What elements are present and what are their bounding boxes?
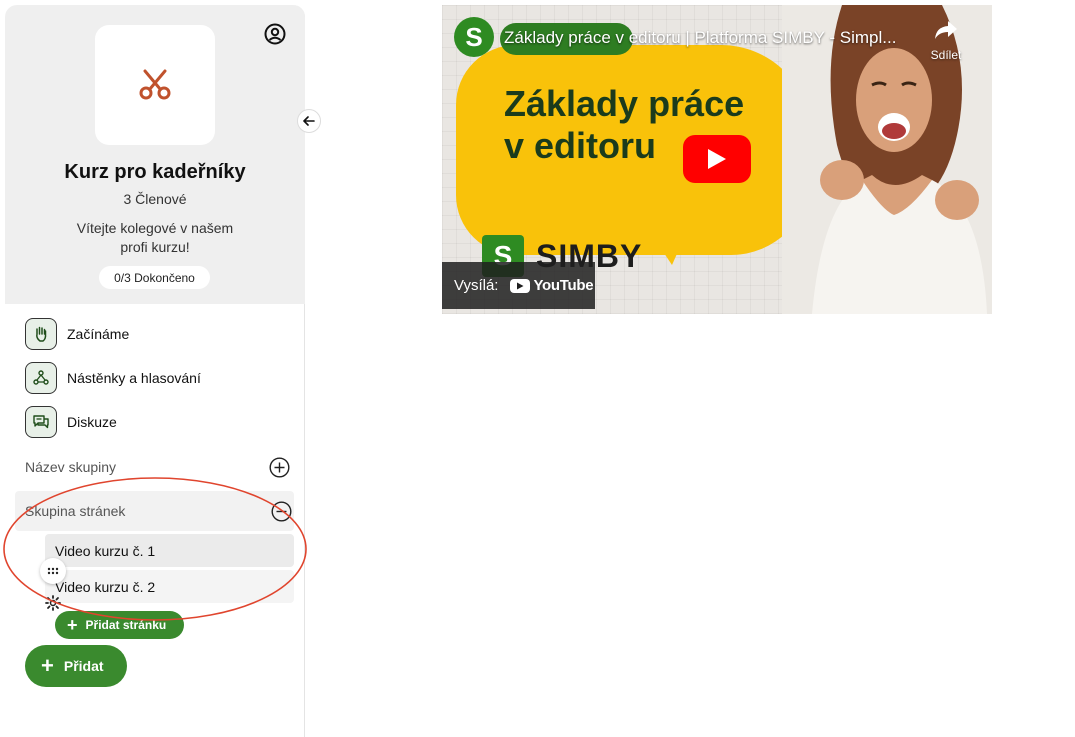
group-row-nazev-skupiny[interactable]: Název skupiny (25, 452, 290, 482)
scissors-icon (139, 69, 171, 100)
watch-on-label: Vysílá: (454, 277, 499, 294)
drag-handle[interactable] (40, 558, 66, 584)
page-item-video-2[interactable]: Video kurzu č. 2 (45, 570, 294, 603)
hand-icon (25, 318, 57, 350)
add-button[interactable]: + Přidat (25, 645, 127, 687)
sidebar: Kurz pro kadeřníky 3 Členové Vítejte kol… (3, 5, 321, 737)
course-welcome-text: Vítejte kolegové v našem profi kurzu! (76, 220, 234, 255)
course-title: Kurz pro kadeřníky (64, 161, 246, 183)
share-arrow-icon (935, 21, 957, 39)
menu-item-zaciname[interactable]: Začínáme (25, 317, 129, 351)
add-page-button[interactable]: + Přidat stránku (55, 611, 184, 639)
plus-circle-icon[interactable] (269, 456, 290, 478)
progress-badge: 0/3 Dokončeno (99, 266, 210, 289)
group-row-skupina-stranek[interactable]: Skupina stránek (15, 491, 294, 531)
add-label: Přidat (63, 658, 104, 674)
page: Kurz pro kadeřníky 3 Členové Vítejte kol… (0, 0, 1075, 737)
youtube-play-icon (510, 278, 531, 293)
minus-circle-icon[interactable] (271, 500, 292, 522)
play-button[interactable] (683, 135, 751, 183)
page-item-video-1[interactable]: Video kurzu č. 1 (45, 534, 294, 567)
page-item-label: Video kurzu č. 2 (55, 578, 156, 595)
page-item-label: Video kurzu č. 1 (55, 542, 156, 559)
chat-bubbles-icon (25, 406, 57, 438)
member-count[interactable]: 3 Členové (5, 191, 305, 207)
gear-icon[interactable] (44, 594, 62, 612)
arrow-left-icon (303, 116, 315, 126)
share-button[interactable]: Sdílet (928, 19, 964, 62)
menu-item-label: Nástěnky a hlasování (67, 370, 201, 386)
menu-item-nastenky[interactable]: Nástěnky a hlasování (25, 361, 201, 395)
thumbnail-bubble-tail (642, 220, 692, 265)
page-group-label: Skupina stránek (25, 503, 126, 519)
collapse-sidebar-button[interactable] (297, 109, 321, 133)
grip-dots-icon (47, 567, 59, 575)
people-network-icon (25, 362, 57, 394)
add-page-label: Přidat stránku (85, 618, 167, 632)
play-icon (708, 149, 726, 169)
video-embed[interactable]: Základy práce v editoru S Základy práce … (442, 5, 992, 314)
youtube-logo: YouTube (510, 277, 594, 294)
channel-avatar[interactable]: S (454, 17, 494, 57)
watch-on-youtube-link[interactable]: Vysílá: YouTube (442, 262, 595, 309)
menu-item-label: Diskuze (67, 414, 117, 430)
course-logo (95, 25, 215, 145)
plus-icon: + (67, 614, 78, 635)
share-label: Sdílet (930, 48, 962, 62)
video-title[interactable]: Základy práce v editoru | Platforma SIMB… (504, 28, 896, 48)
group-name-label: Název skupiny (25, 459, 117, 475)
plus-icon: + (41, 653, 54, 678)
thumbnail-heading-line1: Základy práce (504, 83, 745, 124)
youtube-wordmark-text: YouTube (533, 277, 594, 294)
menu-item-diskuze[interactable]: Diskuze (25, 405, 117, 439)
menu-item-label: Začínáme (67, 326, 130, 342)
course-header: Kurz pro kadeřníky 3 Členové Vítejte kol… (5, 5, 305, 304)
user-profile-icon[interactable] (264, 23, 286, 45)
